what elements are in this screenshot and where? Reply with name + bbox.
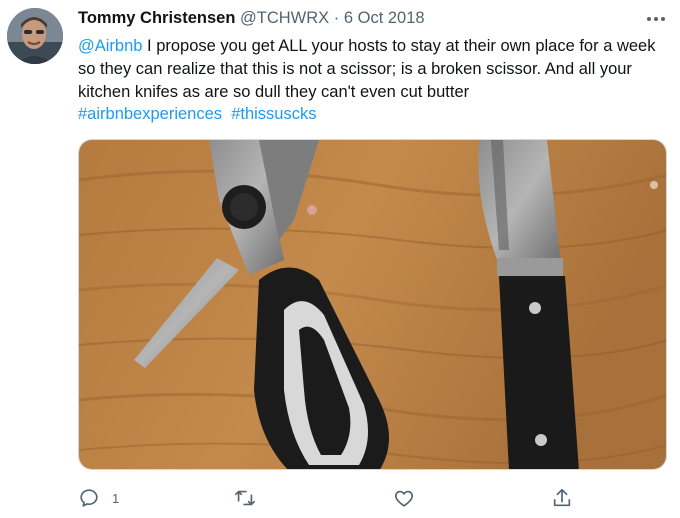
avatar-image (7, 8, 63, 64)
retweet-icon (233, 487, 257, 509)
reply-icon (78, 487, 100, 509)
hashtag-link[interactable]: #airbnbexperiences (78, 105, 222, 123)
like-button[interactable] (393, 484, 427, 512)
tweet-date[interactable]: 6 Oct 2018 (344, 9, 425, 27)
more-icon[interactable] (643, 10, 669, 28)
mention-link[interactable]: @Airbnb (78, 37, 142, 55)
reply-button[interactable]: 1 (78, 484, 119, 512)
reply-count: 1 (112, 490, 120, 506)
share-icon (551, 487, 573, 509)
author-name[interactable]: Tommy Christensen (78, 9, 235, 27)
tweet-photo[interactable] (78, 139, 667, 470)
tweet-body: I propose you get ALL your hosts to stay… (78, 37, 656, 101)
photo-of-broken-scissor-and-knife (79, 140, 666, 469)
tweet-actions: 1 (78, 484, 598, 512)
avatar[interactable] (7, 8, 63, 64)
tweet-header: Tommy Christensen @TCHWRX · 6 Oct 2018 (78, 9, 425, 28)
hashtag-link[interactable]: #thissuscks (231, 105, 316, 123)
tweet-text: @Airbnb I propose you get ALL your hosts… (78, 35, 670, 126)
heart-icon (393, 487, 415, 509)
separator-dot: · (333, 9, 340, 27)
retweet-button[interactable] (233, 484, 269, 512)
tweet[interactable]: Tommy Christensen @TCHWRX · 6 Oct 2018 @… (0, 0, 680, 518)
share-button[interactable] (551, 484, 573, 512)
author-handle[interactable]: @TCHWRX (240, 9, 329, 27)
